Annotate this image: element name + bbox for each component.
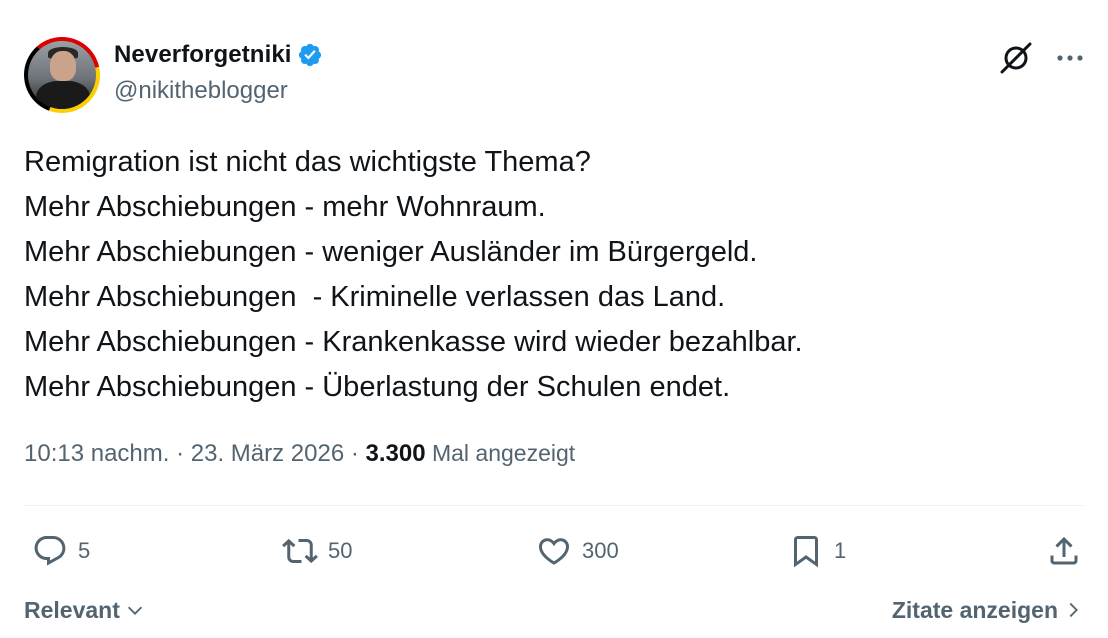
divider <box>24 505 1084 506</box>
chevron-down-icon <box>127 606 142 615</box>
sort-dropdown[interactable]: Relevant <box>24 597 146 624</box>
sort-label: Relevant <box>24 596 120 623</box>
tweet-line: Mehr Abschiebungen - Kriminelle verlasse… <box>24 281 726 313</box>
like-count: 300 <box>582 538 619 563</box>
author-handle[interactable]: @nikitheblogger <box>114 77 323 105</box>
heart-icon <box>538 538 570 565</box>
bookmark-button[interactable]: 1 <box>788 528 846 574</box>
tweet-date[interactable]: 23. März 2026 <box>191 440 344 467</box>
avatar-photo <box>28 41 96 109</box>
grok-icon[interactable] <box>998 40 1034 76</box>
views-count[interactable]: 3.300 <box>366 440 426 467</box>
view-quotes-link[interactable]: Zitate anzeigen <box>892 597 1084 624</box>
share-button[interactable] <box>1046 528 1082 574</box>
meta-separator: · <box>169 440 191 467</box>
retweet-count: 50 <box>328 538 353 563</box>
share-icon <box>1050 536 1078 565</box>
tweet-line: Mehr Abschiebungen - weniger Ausländer i… <box>24 236 758 268</box>
bookmark-icon <box>794 536 818 568</box>
meta-separator: · <box>344 440 366 467</box>
chevron-right-icon <box>1069 602 1078 618</box>
top-actions <box>998 40 1086 76</box>
tweet-meta: 10:13 nachm. · 23. März 2026 · 3.300 Mal… <box>24 440 575 468</box>
tweet-line: Remigration ist nicht das wichtigste The… <box>24 146 591 178</box>
bookmark-count: 1 <box>834 538 847 563</box>
more-icon[interactable] <box>1054 42 1086 74</box>
quotes-label: Zitate anzeigen <box>891 596 1058 623</box>
tweet-line: Mehr Abschiebungen - mehr Wohnraum. <box>24 191 546 223</box>
avatar[interactable] <box>24 37 100 113</box>
views-label[interactable]: Mal angezeigt <box>426 440 575 466</box>
retweet-button[interactable]: 50 <box>282 528 352 574</box>
author-info: Neverforgetniki @nikitheblogger <box>114 40 323 105</box>
tweet-footer: Relevant Zitate anzeigen <box>24 593 1084 627</box>
reply-icon <box>34 536 66 566</box>
reply-count: 5 <box>78 538 91 563</box>
retweet-icon <box>282 538 318 564</box>
tweet-line: Mehr Abschiebungen - Krankenkasse wird w… <box>24 326 803 358</box>
tweet-time[interactable]: 10:13 nachm. <box>24 440 169 467</box>
verified-badge-icon[interactable] <box>297 42 323 68</box>
author-display-name[interactable]: Neverforgetniki <box>114 41 292 69</box>
tweet-line: Mehr Abschiebungen - Überlastung der Sch… <box>24 371 731 403</box>
tweet-text: Remigration ist nicht das wichtigste The… <box>24 140 1084 410</box>
reply-button[interactable]: 5 <box>32 528 90 574</box>
like-button[interactable]: 300 <box>536 528 619 574</box>
action-bar: 5 50 300 1 <box>24 528 1084 574</box>
